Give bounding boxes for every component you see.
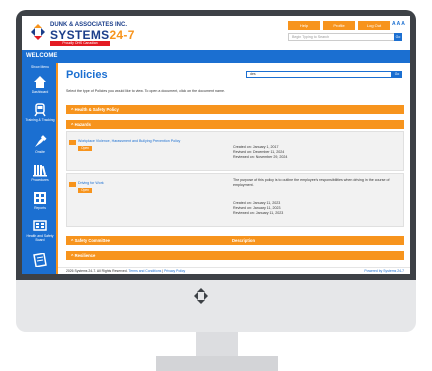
section-safety-committee[interactable]: ^ Safety Committee Description [66,236,404,245]
logout-button[interactable]: Log Out [358,21,390,30]
brand-247: 24-7 [109,28,135,42]
home-icon [34,76,46,88]
open-button[interactable]: Open [78,188,92,193]
created-date: Created on: January 11, 2023 [233,201,281,205]
document-icon [33,253,47,267]
list-item: Driving for Work Open The purpose of thi… [66,173,404,227]
privacy-link[interactable]: Privacy Policy [164,269,185,273]
policy-search-button[interactable]: Go [392,71,402,78]
global-search-input[interactable]: Begin Typing to Search [288,33,402,41]
brand-line2: SYSTEMS24-7 [50,28,135,42]
sidebar-item-dashboard[interactable]: Dashboard [22,75,58,94]
main-content: Policies des Go Select the type of Polic… [66,63,404,268]
document-title-link[interactable]: Driving for Work [78,181,104,185]
revised-date: Revised on: January 11, 2023 [233,206,281,210]
brand-systems: SYSTEMS [50,28,110,42]
sidebar-toggle[interactable]: Show Menu [22,65,58,69]
help-button[interactable]: Help [288,21,320,30]
section-resilience[interactable]: ^ Resilience [66,251,404,260]
copyright: 2026 Systems 24-7. All Rights Reserved. [66,269,128,273]
sidebar-item-label: Dashboard [31,90,49,94]
document-title-link[interactable]: Workplace Violence, Harassment and Bully… [78,139,180,143]
sidebar-item-safety-board[interactable]: Health and Safety Board [22,219,58,242]
brand-tagline: Proudly OHS Canadian [50,41,110,46]
terms-link[interactable]: Terms and Conditions [129,269,162,273]
brand-mark-icon [194,288,208,304]
sidebar-item-procedures[interactable]: Procedures [22,163,58,182]
sidebar-item-label: Reports [34,206,46,210]
global-search-button[interactable]: Go [394,33,402,41]
board-icon [33,220,47,231]
created-date: Created on: January 1, 2017 [233,145,279,149]
sidebar: Show Menu Dashboard Training & Tracking … [22,63,58,274]
document-icon [69,182,76,187]
description-column-header: Description [232,238,256,243]
reviewed-date: Reviewed on: January 11, 2023 [233,211,284,215]
monitor-neck [196,332,238,358]
sidebar-item-label: Health and Safety Board [26,234,54,242]
sidebar-item-label: Procedures [31,178,49,182]
monitor-chin [16,280,416,332]
page-description: Select the type of Policies you would li… [66,89,225,93]
document-description: The purpose of this policy is to outline… [233,178,390,187]
open-button[interactable]: Open [78,146,92,151]
sidebar-item-label: Training & Tracking [25,118,55,122]
sidebar-item-training[interactable]: Training & Tracking [22,103,58,122]
section-title: ^ Safety Committee [71,238,110,243]
reviewed-date: Reviewed on: November 29, 2024 [233,155,288,159]
page-title: Policies [66,69,108,81]
section-hazards[interactable]: ^ Hazards [66,120,404,129]
books-icon [33,165,47,177]
policy-search-input[interactable]: des [246,71,392,78]
monitor-base [156,356,278,371]
sidebar-item-onsite[interactable]: Onsite [22,135,58,154]
sidebar-item-reports[interactable]: Reports [22,191,58,210]
sidebar-item-documents[interactable] [22,253,58,267]
section-health-safety-policy[interactable]: ^ Health & Safety Policy [66,105,404,114]
pin-icon [35,135,47,147]
list-item: Workplace Violence, Harassment and Bully… [66,131,404,171]
welcome-bar: WELCOME [22,50,410,63]
brand-logo[interactable]: DUNK & ASSOCIATES INC. SYSTEMS24-7 Proud… [28,20,134,48]
sidebar-item-label: Onsite [35,150,45,154]
train-icon [34,103,46,117]
monitor: DUNK & ASSOCIATES INC. SYSTEMS24-7 Proud… [16,10,416,332]
document-icon [69,140,76,145]
footer: 2026 Systems 24-7. All Rights Reserved. … [58,267,410,274]
top-header: DUNK & ASSOCIATES INC. SYSTEMS24-7 Proud… [22,16,410,50]
font-size-controls[interactable]: A A A [392,21,405,27]
profile-button[interactable]: Profile [323,21,355,30]
screen: DUNK & ASSOCIATES INC. SYSTEMS24-7 Proud… [22,16,410,274]
reports-icon [34,192,46,204]
revised-date: Revised on: December 11, 2024 [233,150,285,154]
brand-mark-icon [31,24,45,40]
powered-by[interactable]: Powered by Systems 24-7 [364,268,404,274]
